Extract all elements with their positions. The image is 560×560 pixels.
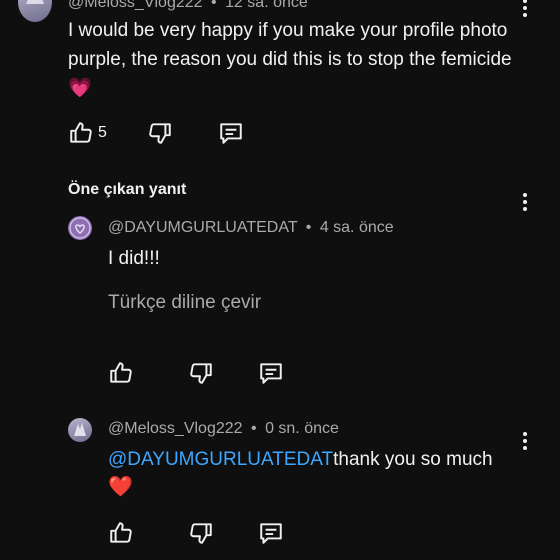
reply-time: 4 sa. önce (319, 219, 394, 236)
thumb-down-icon[interactable] (188, 360, 214, 386)
like-count: 5 (98, 124, 107, 141)
avatar-image (26, 0, 44, 4)
translate-link[interactable]: Türkçe diline çevir (108, 292, 261, 314)
comment-icon[interactable] (258, 360, 284, 386)
separator: • (305, 219, 312, 236)
reply-time: 0 sn. önce (265, 420, 339, 437)
thumb-down-icon[interactable] (188, 520, 214, 546)
separator: • (211, 0, 217, 11)
comment-time: 12 sa. önce (225, 0, 308, 11)
comment-icon[interactable] (218, 120, 244, 146)
separator: • (251, 420, 257, 437)
thumb-up-icon[interactable] (108, 360, 134, 386)
reply-meta: @DAYUMGURLUATEDAT • 4 sa. önce (108, 219, 394, 237)
thumb-down-icon[interactable] (147, 120, 173, 146)
avatar[interactable] (18, 0, 52, 22)
heart-logo (69, 217, 91, 239)
reply-text: I did!!! (108, 248, 160, 269)
thumb-up-icon[interactable] (108, 520, 134, 546)
more-vert-icon[interactable] (515, 0, 535, 20)
more-vert-icon[interactable] (515, 190, 535, 214)
mention-link[interactable]: @DAYUMGURLUATEDAT (108, 449, 333, 470)
avatar[interactable] (68, 216, 92, 240)
comment-text-content: I would be very happy if you make your p… (68, 20, 512, 70)
emoji: 💗 (68, 77, 92, 99)
avatar-image (74, 423, 86, 436)
avatar[interactable] (68, 418, 92, 442)
comment-author[interactable]: @Meloss_Vlog222 (68, 0, 203, 11)
reply-author[interactable]: @DAYUMGURLUATEDAT (108, 219, 297, 236)
reply-author[interactable]: @Meloss_Vlog222 (108, 420, 243, 437)
comment-icon[interactable] (258, 520, 284, 546)
thumb-up-icon[interactable] (68, 120, 94, 146)
emoji: ❤️ (108, 474, 133, 498)
comment-text: I would be very happy if you make your p… (68, 16, 518, 103)
reply-text: @DAYUMGURLUATEDATthank you so much (108, 445, 528, 474)
comment-meta: @Meloss_Vlog222 • 12 sa. önce (68, 0, 308, 12)
reply-text-content: thank you so much (333, 449, 493, 470)
replies-header: Öne çıkan yanıt (68, 181, 187, 198)
reply-meta: @Meloss_Vlog222 • 0 sn. önce (108, 420, 339, 438)
